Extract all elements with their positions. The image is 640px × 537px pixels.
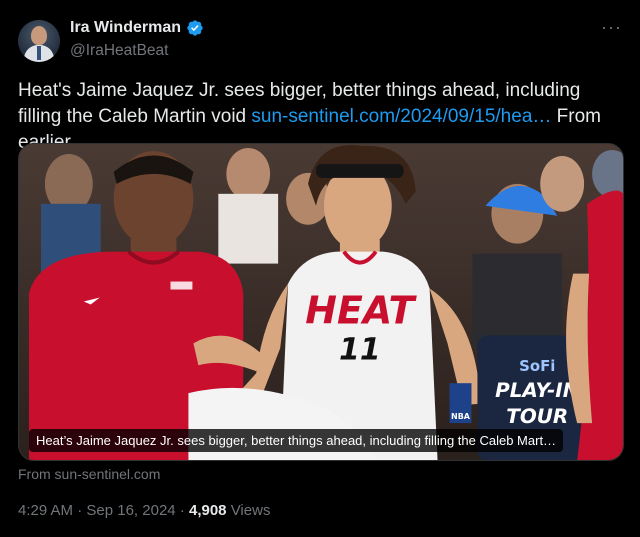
article-photo: HEAT 11 SoFi PLAY-IN TOUR NBA — [19, 144, 623, 460]
timestamp-time[interactable]: 4:29 AM — [18, 502, 73, 519]
avatar-tie — [37, 46, 41, 60]
meta-separator-2: · — [179, 502, 185, 519]
views-label: Views — [230, 502, 271, 519]
sign-sofi-text: SoFi — [519, 357, 555, 375]
verified-badge-icon[interactable] — [186, 19, 204, 37]
author-avatar[interactable] — [18, 20, 60, 62]
avatar-face — [31, 26, 47, 45]
author-handle[interactable]: @IraHeatBeat — [70, 42, 168, 60]
meta-separator: · — [77, 502, 83, 519]
ellipsis-icon: ··· — [601, 17, 622, 37]
link-source[interactable]: From sun-sentinel.com — [18, 466, 160, 482]
jersey-team-text: HEAT — [305, 288, 417, 332]
views-count[interactable]: 4,908 — [189, 502, 227, 519]
nba-logo-text: NBA — [451, 412, 471, 421]
sign-tour-text: TOUR — [506, 405, 568, 428]
link-preview-card[interactable]: HEAT 11 SoFi PLAY-IN TOUR NBA Heat’s Jai… — [18, 143, 624, 461]
sign-playin-text: PLAY-IN — [495, 379, 580, 402]
timestamp-date[interactable]: Sep 16, 2024 — [86, 502, 175, 519]
tweet-meta: 4:29 AM · Sep 16, 2024 · 4,908 Views — [18, 502, 270, 519]
author-name-row: Ira Winderman — [70, 19, 204, 37]
jersey-number-text: 11 — [339, 332, 381, 367]
tweet: Ira Winderman @IraHeatBeat ··· Heat's Ja… — [0, 0, 640, 537]
card-caption: Heat’s Jaime Jaquez Jr. sees bigger, bet… — [29, 429, 564, 452]
more-options-button[interactable]: ··· — [601, 17, 622, 37]
article-link[interactable]: sun-sentinel.com/2024/09/15/hea… — [251, 106, 551, 127]
author-display-name[interactable]: Ira Winderman — [70, 19, 181, 37]
